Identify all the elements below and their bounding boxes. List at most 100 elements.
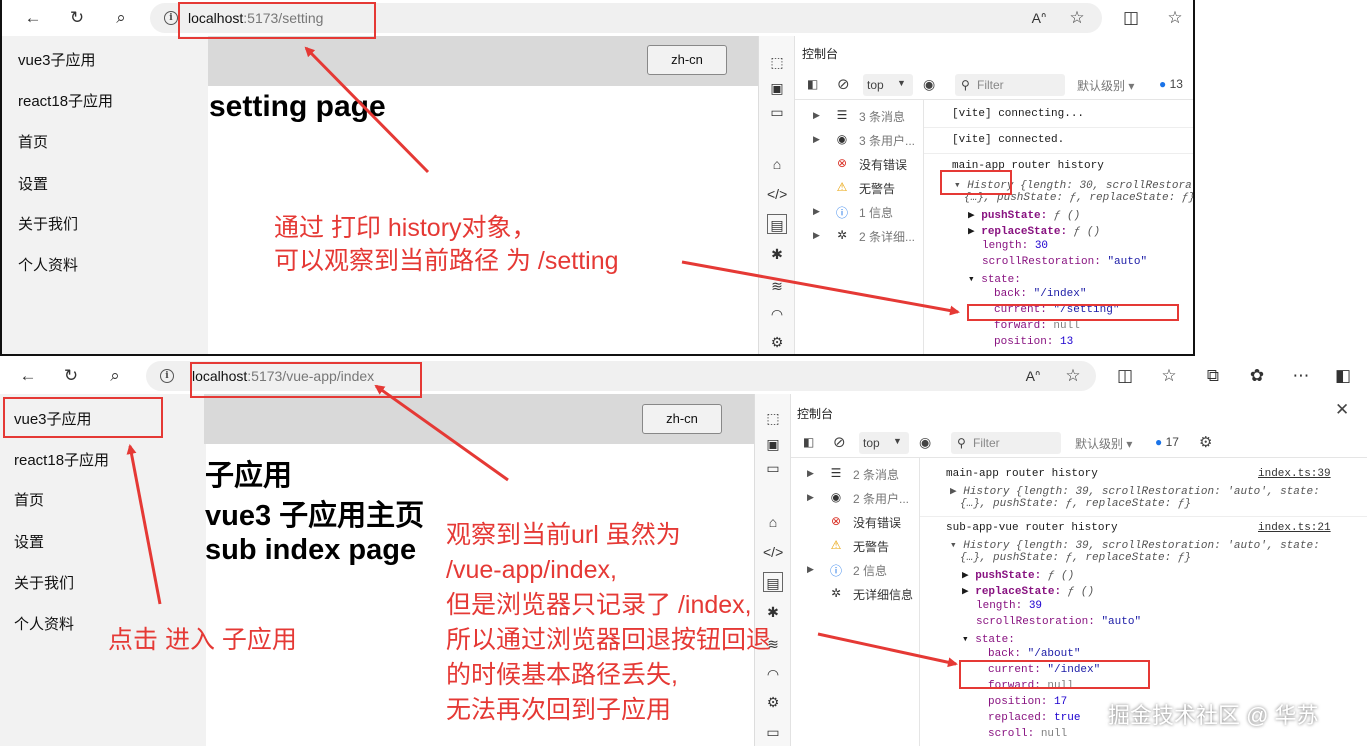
sidebar-item-home[interactable]: 首页 bbox=[18, 131, 48, 152]
filter-input[interactable]: ⚲ Filter bbox=[951, 432, 1061, 454]
eye-icon[interactable]: ◉ bbox=[923, 76, 935, 93]
state-back: back: "/index" bbox=[994, 288, 1087, 300]
back-arrow-icon[interactable]: ← bbox=[20, 6, 46, 30]
log-level-select[interactable]: 默认级别 ▾ bbox=[1077, 77, 1134, 94]
read-aloud-icon[interactable]: Aᐢ bbox=[1020, 364, 1046, 388]
prop-state: ▾ state: bbox=[962, 634, 1015, 646]
console-line: main-app router history bbox=[946, 468, 1098, 480]
context-select[interactable]: top ▼ bbox=[863, 74, 913, 96]
sidebar-item-react18[interactable]: react18子应用 bbox=[18, 90, 113, 111]
address-bar[interactable]: i localhost:5173/setting Aᐢ ☆ bbox=[150, 3, 1102, 33]
clear-console-icon[interactable]: ⊘ bbox=[833, 433, 846, 451]
state-replaced: replaced: true bbox=[988, 712, 1081, 724]
split-screen-icon[interactable]: ◫ bbox=[1112, 364, 1138, 388]
sidebar-item-about[interactable]: 关于我们 bbox=[14, 572, 74, 593]
url-text: localhost:5173/setting bbox=[188, 10, 324, 26]
top-screenshot: ← ↻ ⌕ i localhost:5173/setting Aᐢ ☆ ◫ ☆ … bbox=[0, 0, 1195, 356]
browser-toolbar: ← ↻ ⌕ i localhost:5173/setting Aᐢ ☆ ◫ ☆ bbox=[2, 0, 1193, 36]
devtools-panel: ⬚ ▣ ▭ ⌂ </> ▤ ✱ ≋ ◠ ⚙ ▭ 控制台 ✕ ◧ ⊘ top ▼ … bbox=[754, 394, 1367, 746]
sidebar-toggle-icon[interactable]: ◧ bbox=[803, 435, 814, 449]
issues-badge[interactable]: ● 13 bbox=[1159, 77, 1183, 91]
refresh-icon[interactable]: ↻ bbox=[58, 364, 84, 388]
inspect-icon[interactable]: ⬚ bbox=[763, 408, 783, 428]
sidebar-item-settings[interactable]: 设置 bbox=[18, 173, 48, 194]
console-line: main-app router history bbox=[952, 160, 1104, 172]
search-icon[interactable]: ⌕ bbox=[102, 364, 128, 388]
prop-pushstate: ▶ pushState: ƒ () bbox=[968, 210, 1081, 222]
clear-console-icon[interactable]: ⊘ bbox=[837, 75, 850, 93]
filter-input[interactable]: ⚲ Filter bbox=[955, 74, 1065, 96]
annotation-click-note: 点击 进入 子应用 bbox=[108, 626, 297, 654]
devtools-title: 控制台 bbox=[797, 407, 834, 421]
watermark: 掘金技术社区 @ 华苏 bbox=[1108, 703, 1319, 728]
star-icon[interactable]: ☆ bbox=[1064, 6, 1090, 30]
sidebar-item-settings[interactable]: 设置 bbox=[14, 531, 44, 552]
window-icon[interactable]: ▭ bbox=[767, 102, 787, 122]
devtools-activity-bar: ⬚ ▣ ▭ ⌂ </> ▤ ✱ ≋ ◠ ⚙ bbox=[759, 36, 795, 354]
refresh-icon[interactable]: ↻ bbox=[64, 6, 90, 30]
issues-badge[interactable]: ● 17 bbox=[1155, 435, 1179, 449]
address-bar[interactable]: i localhost:5173/vue-app/index Aᐢ ☆ bbox=[146, 361, 1096, 391]
source-link[interactable]: index.ts:21 bbox=[1258, 522, 1331, 534]
devtools-title: 控制台 bbox=[802, 47, 839, 61]
search-icon[interactable]: ⌕ bbox=[108, 6, 134, 30]
star-icon[interactable]: ☆ bbox=[1060, 364, 1086, 388]
source-link[interactable]: index.ts:39 bbox=[1258, 468, 1331, 480]
state-forward: forward: null bbox=[988, 680, 1074, 692]
console-line: [vite] connecting... bbox=[952, 108, 1085, 120]
bug-icon[interactable]: ✱ bbox=[767, 244, 787, 264]
read-aloud-icon[interactable]: Aᐢ bbox=[1026, 6, 1052, 30]
lang-button[interactable]: zh-cn bbox=[647, 45, 727, 75]
favorites-icon[interactable]: ☆ bbox=[1156, 364, 1182, 388]
sidebar-item-profile[interactable]: 个人资料 bbox=[14, 613, 74, 634]
state-current: current: "/index" bbox=[988, 664, 1101, 676]
console-output: [vite] connecting... [vite] connected. m… bbox=[923, 100, 1193, 354]
state-forward: forward: null bbox=[994, 320, 1080, 332]
sidebar-item-vue3[interactable]: vue3子应用 bbox=[18, 49, 96, 70]
log-level-select[interactable]: 默认级别 ▾ bbox=[1075, 435, 1132, 452]
home-icon[interactable]: ⌂ bbox=[767, 154, 787, 174]
extension-icon[interactable]: ✿ bbox=[1244, 364, 1270, 388]
inspect-icon[interactable]: ⬚ bbox=[767, 52, 787, 72]
sidebar-item-profile[interactable]: 个人资料 bbox=[18, 254, 78, 275]
prop-state: ▾ state: bbox=[968, 274, 1021, 286]
performance-icon[interactable]: ◠ bbox=[767, 304, 787, 324]
settings-gear-icon[interactable]: ⚙ bbox=[1199, 433, 1212, 451]
lang-button[interactable]: zh-cn bbox=[642, 404, 722, 434]
bottom-screenshot: ← ↻ ⌕ i localhost:5173/vue-app/index Aᐢ … bbox=[0, 358, 1367, 746]
elements-icon[interactable]: </> bbox=[767, 184, 787, 204]
history-object[interactable]: ▾ History {length: 30, scrollRestorat bbox=[954, 178, 1193, 192]
state-scroll: scroll: null bbox=[988, 728, 1068, 740]
prop-scroll-restoration: scrollRestoration: "auto" bbox=[976, 616, 1142, 628]
console-icon[interactable]: ▤ bbox=[767, 214, 787, 234]
prop-length: length: 39 bbox=[976, 600, 1043, 612]
split-screen-icon[interactable]: ◫ bbox=[1118, 6, 1144, 30]
collections-icon[interactable]: ⧉ bbox=[1200, 364, 1226, 388]
window-icon[interactable]: ▭ bbox=[763, 458, 783, 478]
url-text: localhost:5173/vue-app/index bbox=[192, 368, 375, 384]
history-object[interactable]: ▶ History {length: 39, scrollRestoration… bbox=[950, 484, 1320, 498]
sidebar-item-react18[interactable]: react18子应用 bbox=[14, 449, 109, 470]
close-icon[interactable]: ✕ bbox=[1335, 400, 1349, 420]
sidebar-item-about[interactable]: 关于我们 bbox=[18, 213, 78, 234]
eye-icon[interactable]: ◉ bbox=[919, 434, 931, 451]
sidebar-toggle-icon[interactable]: ◧ bbox=[1330, 364, 1356, 388]
sidebar-toggle-icon[interactable]: ◧ bbox=[807, 77, 818, 91]
network-icon[interactable]: ≋ bbox=[767, 276, 787, 296]
prop-scroll-restoration: scrollRestoration: "auto" bbox=[982, 256, 1148, 268]
context-select[interactable]: top ▼ bbox=[859, 432, 909, 454]
sidebar-item-vue3[interactable]: vue3子应用 bbox=[14, 408, 92, 429]
back-arrow-icon[interactable]: ← bbox=[15, 364, 41, 388]
sidebar-item-home[interactable]: 首页 bbox=[14, 489, 44, 510]
app-sidebar: vue3子应用 react18子应用 首页 设置 关于我们 个人资料 bbox=[2, 36, 208, 354]
device-icon[interactable]: ▣ bbox=[767, 78, 787, 98]
history-object[interactable]: ▾ History {length: 39, scrollRestoration… bbox=[950, 538, 1320, 552]
annotation-note: 通过 打印 history对象， 可以观察到当前路径 为 /setting bbox=[274, 214, 619, 275]
device-icon[interactable]: ▣ bbox=[763, 434, 783, 454]
chevron-down-icon: ▼ bbox=[897, 78, 906, 88]
site-info-icon[interactable]: i bbox=[164, 11, 178, 25]
more-icon[interactable]: ⋯ bbox=[1288, 364, 1314, 388]
favorites-icon[interactable]: ☆ bbox=[1162, 6, 1188, 30]
site-info-icon[interactable]: i bbox=[160, 369, 174, 383]
settings-gear-icon[interactable]: ⚙ bbox=[767, 332, 787, 352]
